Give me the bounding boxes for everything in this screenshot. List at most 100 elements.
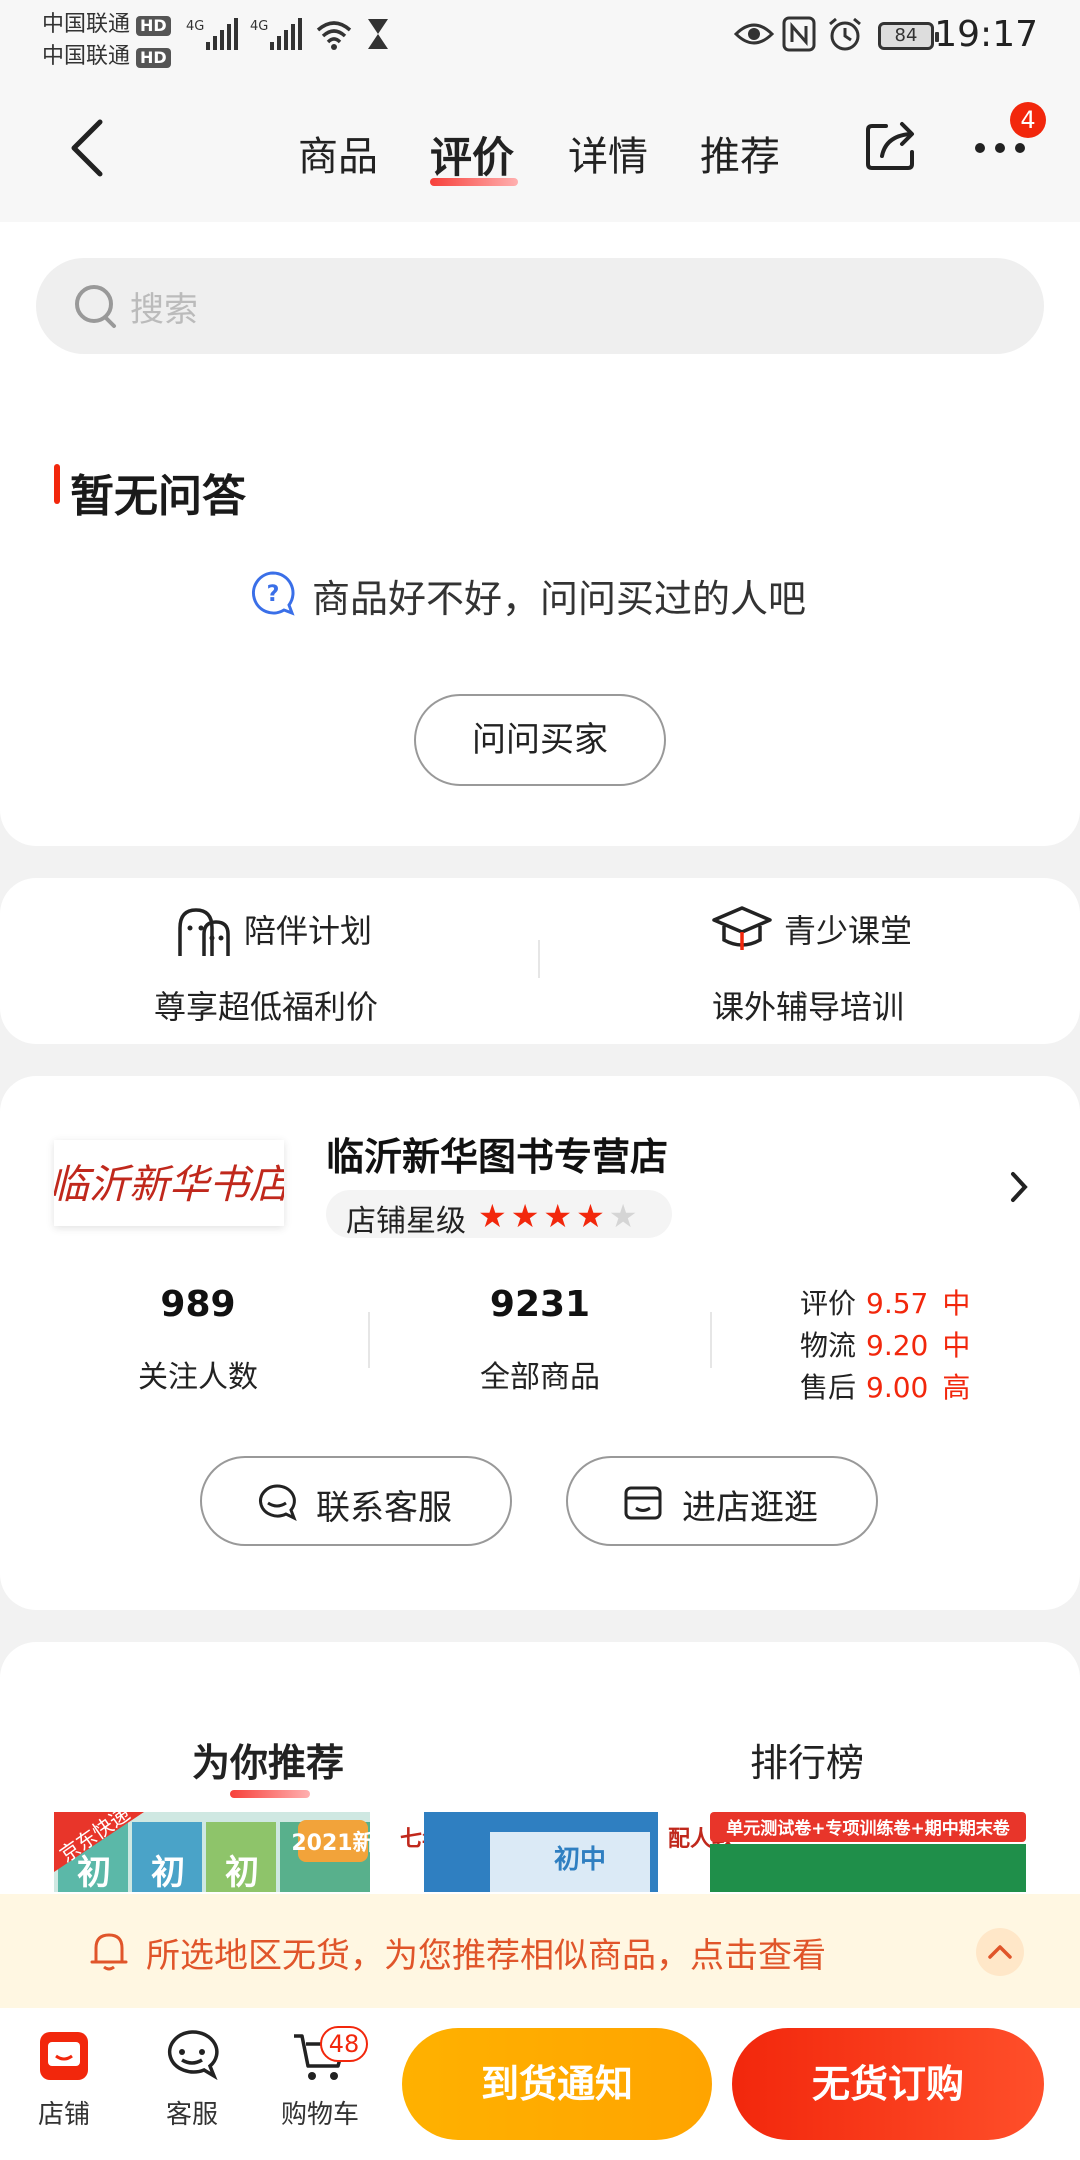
notice-text: 所选地区无货，为您推荐相似商品，点击查看 (146, 1936, 826, 1976)
tab-reviews[interactable]: 评价 (430, 124, 514, 185)
battery-indicator: 84 (878, 22, 939, 50)
graduation-cap-icon (712, 906, 772, 950)
thumb1-char: 初 (151, 1853, 185, 1892)
share-icon[interactable] (864, 116, 920, 172)
chat-icon (259, 1484, 297, 1522)
products-count[interactable]: 9231 (440, 1284, 640, 1325)
product-thumbnail[interactable]: 初 初 初 京东快递 2021新 (54, 1812, 370, 1892)
clock: 19:17 (934, 14, 1038, 55)
alarm-icon (829, 17, 861, 51)
promo-class-subtitle[interactable]: 课外辅导培训 (712, 982, 904, 1028)
nfc-icon (782, 16, 816, 52)
carrier-2-label: 中国联通 (42, 44, 131, 69)
followers-count[interactable]: 989 (98, 1284, 298, 1325)
carrier-2: 中国联通 HD (42, 38, 171, 70)
cart-count-badge: 48 (320, 2026, 368, 2062)
promo-class-title[interactable]: 青少课堂 (784, 906, 912, 952)
qa-title: 暂无问答 (70, 471, 246, 522)
score-label: 物流 (800, 1329, 857, 1362)
more-badge: 4 (1010, 102, 1046, 138)
followers-label: 关注人数 (138, 1360, 258, 1395)
shop-nav-button[interactable]: 店铺 (14, 2026, 114, 2131)
cart-nav-label: 购物车 (280, 2100, 359, 2130)
tab-product[interactable]: 商品 (298, 124, 378, 182)
search-placeholder: 搜索 (130, 290, 198, 330)
thumb1-char: 初 (77, 1853, 111, 1892)
chat-bubble-icon (167, 2030, 219, 2081)
rec-tab-indicator (230, 1790, 310, 1798)
star-rating: ★★★★★ (478, 1197, 641, 1235)
contact-service-button[interactable]: 联系客服 (200, 1456, 512, 1546)
score-level: 中 (942, 1287, 971, 1320)
signal-icon-1: 4G (186, 18, 238, 50)
status-bar: 中国联通 HD 中国联通 HD 4G 4G 84 19:17 (0, 0, 1080, 72)
shop-nav-label: 店铺 (37, 2100, 90, 2130)
visit-shop-label: 进店逛逛 (682, 1488, 818, 1528)
back-icon[interactable] (62, 118, 114, 178)
contact-service-label: 联系客服 (316, 1488, 452, 1528)
question-icon: ? (252, 571, 295, 616)
star-icon: ★ (543, 1197, 577, 1235)
score-logistics: 物流 9.20 中 (800, 1324, 970, 1364)
tab-for-you[interactable]: 为你推荐 (192, 1732, 344, 1787)
search-icon (75, 285, 116, 328)
score-value: 9.00 (866, 1371, 929, 1404)
network-label-1: 4G (186, 19, 204, 34)
bell-icon (90, 1933, 128, 1971)
shop-logo-text: 临沂新华书店 (54, 1162, 284, 1208)
carrier-1-label: 中国联通 (42, 12, 131, 37)
promo-companion-subtitle[interactable]: 尊享超低福利价 (154, 982, 378, 1028)
tab-ranking[interactable]: 排行榜 (750, 1732, 864, 1787)
hd-badge-2: HD (136, 48, 171, 68)
store-icon (624, 1486, 662, 1520)
chevron-up-icon (988, 1945, 1012, 1959)
ask-buyer-button[interactable]: 问问买家 (414, 694, 666, 786)
product-thumbnail[interactable]: 配人教 单元测试卷+专项训练卷+期中期末卷 (664, 1812, 1026, 1892)
stat-divider (368, 1312, 370, 1368)
product-image: 配人教 单元测试卷+专项训练卷+期中期末卷 (664, 1812, 1026, 1892)
thumb2-title: 初中 (554, 1845, 606, 1875)
shop-logo-mark: 临沂新华书店 (49, 1162, 294, 1208)
tab-details[interactable]: 详情 (568, 124, 648, 182)
score-aftersales: 售后 9.00 高 (800, 1366, 970, 1406)
promo-companion-title[interactable]: 陪伴计划 (244, 906, 372, 952)
score-label: 评价 (800, 1287, 857, 1320)
shop-logo[interactable]: 临沂新华书店 (49, 1140, 294, 1226)
promo-divider (538, 940, 540, 978)
star-icon: ★ (510, 1197, 544, 1235)
score-value: 9.57 (866, 1287, 929, 1320)
preorder-button[interactable]: 无货订购 (732, 2028, 1044, 2140)
score-level: 中 (942, 1329, 971, 1362)
svg-text:?: ? (267, 582, 280, 607)
service-nav-button[interactable]: 客服 (142, 2026, 242, 2131)
tab-indicator (430, 178, 518, 186)
network-label-2: 4G (250, 19, 268, 34)
star-empty-icon: ★ (608, 1197, 642, 1235)
tab-recommend[interactable]: 推荐 (700, 124, 780, 182)
star-icon: ★ (478, 1197, 511, 1235)
wifi-icon (316, 21, 352, 50)
top-nav: 商品 评价 详情 推荐 4 (0, 72, 1080, 222)
score-review: 评价 9.57 中 (800, 1282, 970, 1322)
shop-card: 临沂新华书店 临沂新华图书专营店 店铺星级 ★★★★★ 989 关注人数 923… (0, 1076, 1080, 1610)
companion-icon (178, 908, 230, 956)
out-of-stock-notice[interactable]: 所选地区无货，为您推荐相似商品，点击查看 (0, 1894, 1080, 2008)
search-input[interactable]: 搜索 (36, 258, 1044, 354)
title-accent-bar (54, 464, 60, 504)
arrival-notify-button[interactable]: 到货通知 (402, 2028, 712, 2140)
star-icon: ★ (576, 1197, 609, 1235)
shop-rating: 店铺星级 ★★★★★ (326, 1190, 672, 1239)
thumb1-char: 初 (225, 1853, 259, 1892)
shop-name[interactable]: 临沂新华图书专营店 (326, 1126, 668, 1181)
qa-card: 暂无问答 ? 商品好不好，问问买过的人吧 问问买家 (0, 388, 1080, 846)
promo-card: 陪伴计划 尊享超低福利价 青少课堂 课外辅导培训 (0, 878, 1080, 1044)
shop-icon (40, 2032, 88, 2080)
product-thumbnail[interactable]: 七年级 初中 (380, 1812, 658, 1892)
eye-icon (734, 23, 774, 45)
expand-button[interactable] (976, 1928, 1024, 1976)
chevron-right-icon[interactable] (1010, 1170, 1028, 1204)
carrier-1: 中国联通 HD (42, 6, 171, 38)
visit-shop-button[interactable]: 进店逛逛 (566, 1456, 878, 1546)
search-section: 搜索 (0, 222, 1080, 388)
thumb3-banner: 单元测试卷+专项训练卷+期中期末卷 (726, 1818, 1010, 1839)
